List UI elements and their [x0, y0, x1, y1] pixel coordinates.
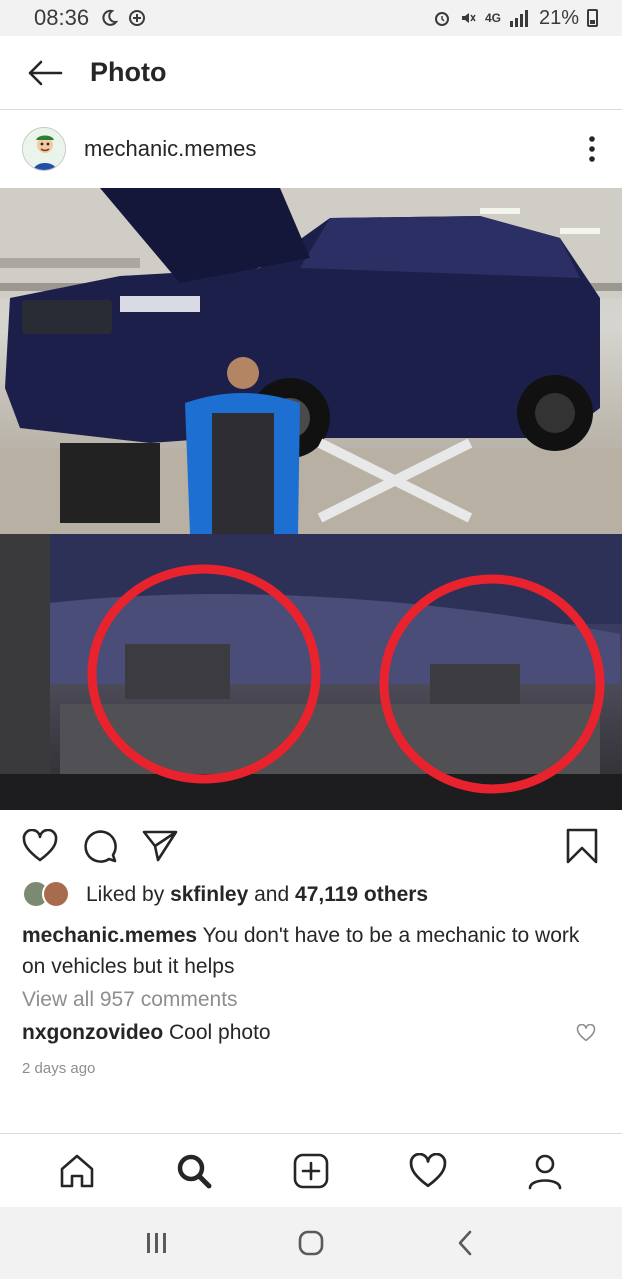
back-arrow-icon: [28, 60, 63, 85]
caption-username[interactable]: mechanic.memes: [22, 924, 197, 947]
bookmark-icon: [566, 828, 598, 864]
avatar[interactable]: [22, 127, 66, 171]
battery-icon: [587, 9, 598, 27]
more-options-button[interactable]: [562, 119, 622, 179]
nav-add-post[interactable]: [281, 1141, 341, 1201]
likes-joiner: and: [254, 883, 290, 906]
status-time: 08:36: [34, 5, 90, 30]
photo-top-jeep-on-lift: [0, 188, 622, 534]
heart-icon: [22, 829, 58, 862]
home-icon: [60, 1154, 93, 1187]
post-header: mechanic.memes: [0, 110, 622, 188]
search-icon: [177, 1154, 212, 1188]
like-button[interactable]: [20, 826, 60, 866]
status-bar: 08:36 4G 21%: [0, 0, 622, 36]
nav-home[interactable]: [47, 1141, 107, 1201]
post-timestamp: 2 days ago: [22, 1060, 96, 1077]
status-right-group: 4G 21%: [433, 7, 598, 30]
add-post-icon: [293, 1153, 329, 1188]
comment-button[interactable]: [80, 826, 120, 866]
app-header: Photo: [0, 36, 622, 110]
post-photo[interactable]: [0, 188, 622, 810]
signal-icon: [509, 10, 528, 27]
post-actions: [0, 818, 622, 874]
mute-icon: [461, 13, 476, 23]
share-button[interactable]: [140, 826, 180, 866]
post-caption: mechanic.memes You don't have to be a me…: [22, 920, 602, 982]
nav-activity[interactable]: [398, 1141, 458, 1201]
home-circle-icon: [298, 1230, 324, 1256]
recent-apps-button[interactable]: [127, 1213, 187, 1273]
nav-profile[interactable]: [515, 1141, 575, 1201]
comment-username[interactable]: nxgonzovideo: [22, 1021, 163, 1044]
comment-text: Cool photo: [169, 1021, 271, 1044]
likes-summary[interactable]: Liked by skfinley and 47,119 others: [22, 880, 428, 910]
paper-plane-icon: [142, 830, 178, 862]
page-title: Photo: [90, 57, 167, 87]
comment-bubble-icon: [84, 830, 117, 863]
recent-apps-icon: [147, 1233, 166, 1253]
system-nav-bar: [0, 1207, 622, 1279]
more-vertical-icon: [589, 136, 595, 162]
network-type: 4G: [484, 11, 501, 25]
comment-like-button[interactable]: [576, 1023, 600, 1048]
battery-percent: 21%: [538, 6, 579, 29]
mechanic-cartoon-avatar: [23, 128, 65, 170]
likes-prefix: Liked by: [86, 883, 165, 906]
heart-icon: [576, 1023, 596, 1042]
heart-icon: [409, 1152, 447, 1187]
photo-bottom-closeup: [0, 534, 622, 810]
status-notification-icons: [99, 8, 147, 28]
comment-item: nxgonzovideo Cool photo: [22, 1021, 271, 1045]
nav-search[interactable]: [164, 1141, 224, 1201]
alarm-icon: [434, 12, 449, 26]
save-button[interactable]: [562, 826, 602, 866]
post-username[interactable]: mechanic.memes: [84, 136, 256, 162]
data-saver-icon: [129, 10, 146, 26]
liker-avatars: [22, 880, 74, 910]
bottom-nav: [0, 1133, 622, 1207]
back-system-button[interactable]: [435, 1213, 495, 1273]
chevron-left-icon: [458, 1230, 472, 1256]
home-system-button[interactable]: [281, 1213, 341, 1273]
view-all-comments-link[interactable]: View all 957 comments: [22, 988, 238, 1012]
profile-icon: [529, 1154, 562, 1189]
likes-user[interactable]: skfinley: [170, 883, 248, 907]
likes-count[interactable]: 47,119 others: [295, 883, 428, 907]
moon-icon: [102, 9, 119, 26]
back-button[interactable]: [0, 36, 90, 110]
